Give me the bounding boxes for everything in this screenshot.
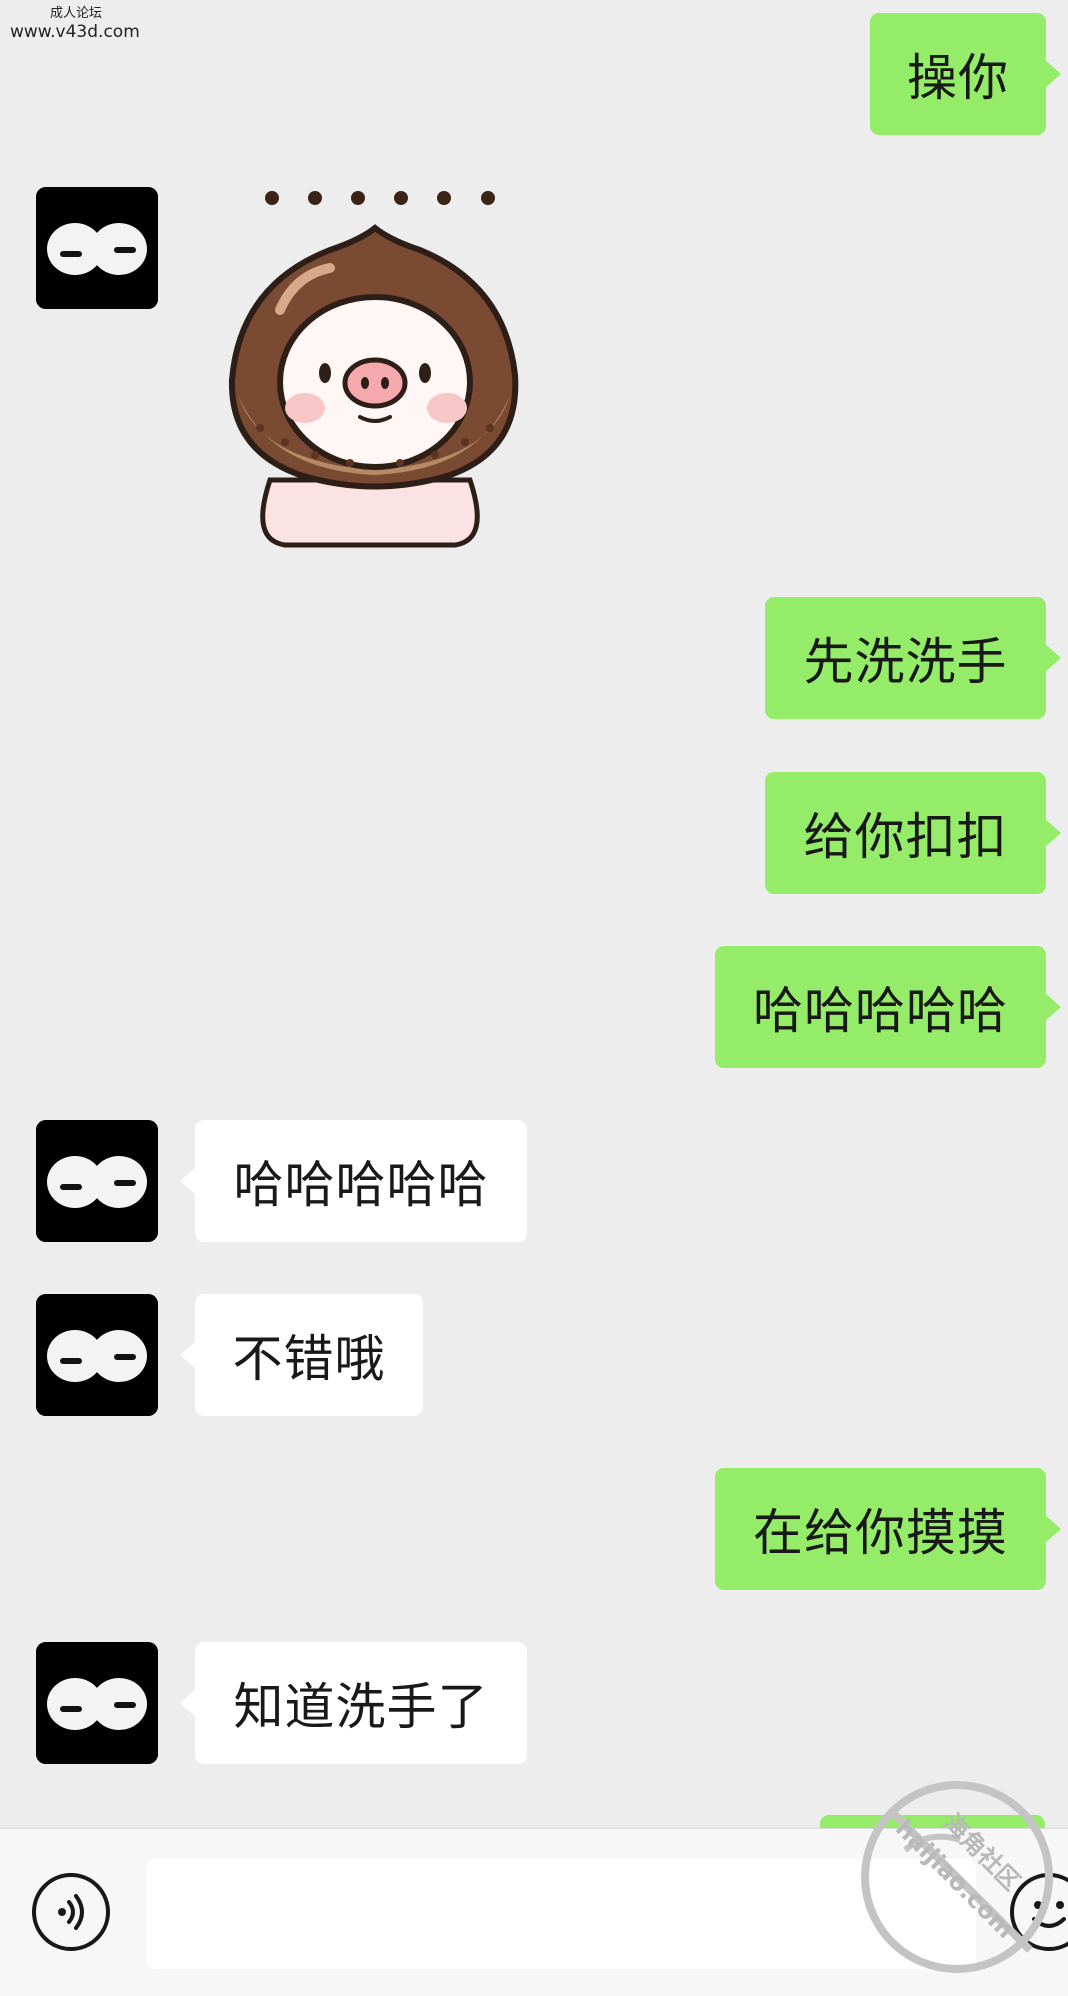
chestnut-pig-sticker[interactable] <box>210 180 540 550</box>
chestnut-pig-sticker-icon <box>228 191 519 548</box>
emoji-button[interactable] <box>1010 1873 1068 1951</box>
message-bubble-sent-partial[interactable] <box>820 1815 1045 1828</box>
message-bubble-sent[interactable]: 操你 <box>870 13 1061 135</box>
voice-icon <box>58 1894 84 1930</box>
chat-input-bar <box>0 1828 1068 1996</box>
message-input[interactable] <box>146 1859 976 1969</box>
voice-button[interactable] <box>32 1873 110 1951</box>
message-bubble-sent[interactable]: 哈哈哈哈哈 <box>715 946 1061 1068</box>
contact-avatar[interactable] <box>36 1294 158 1416</box>
message-bubble-sent[interactable]: 在给你摸摸 <box>715 1468 1061 1590</box>
chat-message-list[interactable]: 操你 先洗洗手 给你扣扣 哈哈哈哈哈 哈哈哈哈哈 不错哦 在给你摸摸 知道洗手了 <box>0 0 1068 1828</box>
contact-avatar[interactable] <box>36 1120 158 1242</box>
eyes-avatar-icon <box>36 1294 158 1416</box>
message-bubble-received[interactable]: 哈哈哈哈哈 <box>180 1120 527 1242</box>
eyes-avatar-icon <box>36 1642 158 1764</box>
contact-avatar[interactable] <box>36 1642 158 1764</box>
message-bubble-received[interactable]: 不错哦 <box>180 1294 423 1416</box>
emoji-icon <box>1032 1901 1066 1928</box>
contact-avatar[interactable] <box>36 187 158 309</box>
eyes-avatar-icon <box>36 1120 158 1242</box>
message-bubble-sent[interactable]: 给你扣扣 <box>765 772 1061 894</box>
message-bubble-received[interactable]: 知道洗手了 <box>180 1642 527 1764</box>
message-bubble-sent[interactable]: 先洗洗手 <box>765 597 1061 719</box>
eyes-avatar-icon <box>36 187 158 309</box>
